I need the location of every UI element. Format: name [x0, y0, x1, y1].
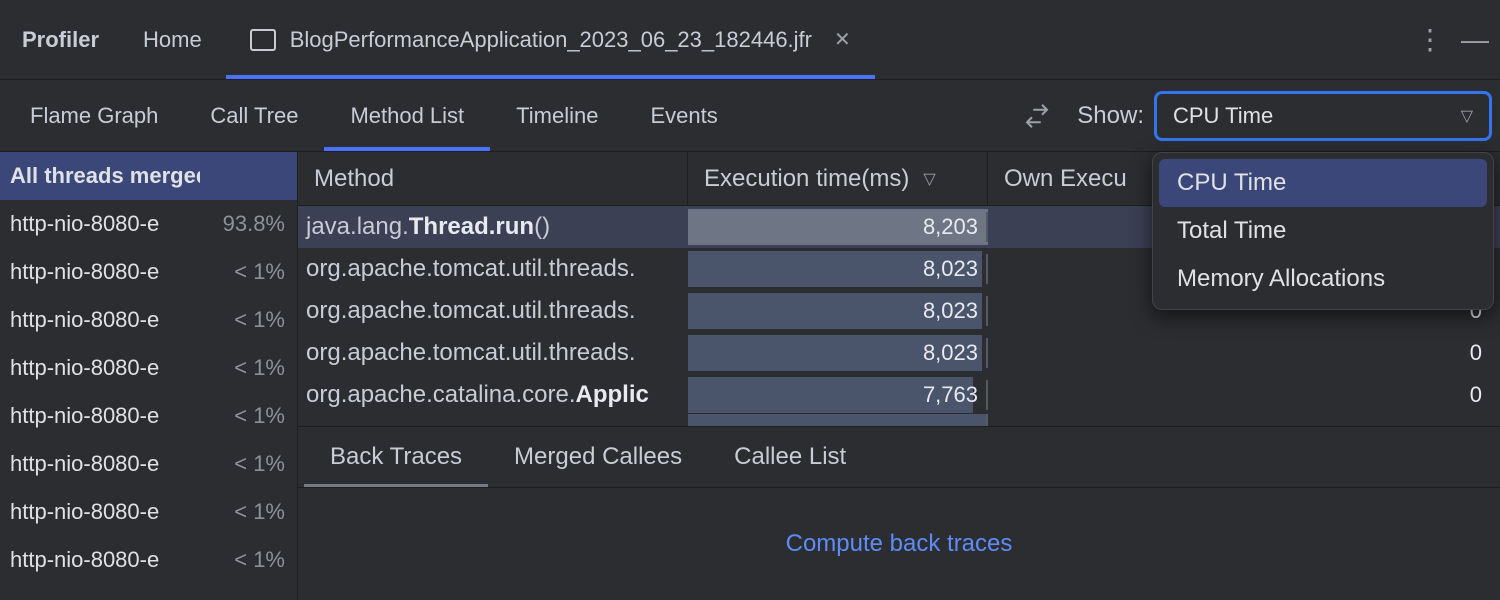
- show-value: CPU Time: [1173, 103, 1273, 129]
- table-row-stub: [688, 414, 986, 426]
- chevron-down-icon: ▽: [923, 169, 935, 189]
- tab-file[interactable]: BlogPerformanceApplication_2023_06_23_18…: [226, 0, 875, 79]
- thread-pct: < 1%: [234, 355, 285, 381]
- thread-name: http-nio-8080-e: [10, 403, 159, 429]
- compute-back-traces-link[interactable]: Compute back traces: [786, 530, 1013, 558]
- swap-icon[interactable]: [1017, 96, 1057, 136]
- sidebar-thread-item[interactable]: http-nio-8080-e < 1%: [0, 344, 297, 392]
- tab-home[interactable]: Home: [119, 0, 226, 79]
- thread-sidebar: All threads mergedhttp-nio-8080-e93.8%ht…: [0, 152, 298, 600]
- thread-name: All threads merged: [10, 163, 200, 189]
- col-exec-time[interactable]: Execution time(ms) ▽: [688, 152, 988, 205]
- sidebar-thread-item[interactable]: All threads merged: [0, 152, 297, 200]
- sidebar-thread-item[interactable]: http-nio-8080-e 93.8%: [0, 200, 297, 248]
- cell-method: java.lang.Thread.run(): [298, 213, 688, 241]
- cell-method: org.apache.catalina.core.Applic: [298, 381, 688, 409]
- exec-value: 7,763: [923, 382, 978, 408]
- sidebar-thread-item[interactable]: http-nio-8080-e < 1%: [0, 440, 297, 488]
- thread-pct: < 1%: [234, 499, 285, 525]
- tab-file-label: BlogPerformanceApplication_2023_06_23_18…: [290, 27, 812, 53]
- sidebar-thread-item[interactable]: http-nio-8080-e < 1%: [0, 296, 297, 344]
- trace-panel: Compute back traces: [298, 488, 1500, 600]
- thread-pct: 93.8%: [223, 211, 285, 237]
- sidebar-thread-item[interactable]: http-nio-8080-e < 1%: [0, 488, 297, 536]
- exec-value: 8,023: [923, 298, 978, 324]
- folder-icon: [250, 29, 276, 51]
- trace-tabs: Back Traces Merged Callees Callee List: [298, 426, 1500, 488]
- tab-call-tree[interactable]: Call Tree: [184, 80, 324, 151]
- cell-exec-time: 7,763: [688, 374, 988, 416]
- dd-memory-allocations[interactable]: Memory Allocations: [1159, 255, 1487, 303]
- cell-exec-time: 8,023: [688, 248, 988, 290]
- thread-pct: < 1%: [234, 403, 285, 429]
- cell-exec-time: 8,023: [688, 332, 988, 374]
- col-exec-label: Execution time(ms): [704, 165, 909, 193]
- tab-method-list[interactable]: Method List: [324, 80, 490, 151]
- sidebar-thread-item[interactable]: http-nio-8080-e < 1%: [0, 248, 297, 296]
- dd-cpu-time[interactable]: CPU Time: [1159, 159, 1487, 207]
- thread-name: http-nio-8080-e: [10, 451, 159, 477]
- show-dropdown[interactable]: CPU Time Total Time Memory Allocations: [1152, 152, 1494, 310]
- exec-value: 8,023: [923, 256, 978, 282]
- tool-title: Profiler: [4, 27, 119, 53]
- sidebar-thread-item[interactable]: http-nio-8080-e < 1%: [0, 536, 297, 584]
- cell-method: org.apache.tomcat.util.threads.: [298, 297, 688, 325]
- tab-home-label: Home: [143, 27, 202, 53]
- tab-timeline[interactable]: Timeline: [490, 80, 624, 151]
- thread-name: http-nio-8080-e: [10, 211, 159, 237]
- thread-name: http-nio-8080-e: [10, 259, 159, 285]
- cell-method: org.apache.tomcat.util.threads.: [298, 339, 688, 367]
- cell-method: org.apache.tomcat.util.threads.: [298, 255, 688, 283]
- tab-flame-graph[interactable]: Flame Graph: [4, 80, 184, 151]
- minimize-icon[interactable]: —: [1452, 24, 1496, 56]
- col-method[interactable]: Method: [298, 152, 688, 205]
- thread-pct: < 1%: [234, 451, 285, 477]
- cell-exec-time: 8,203: [688, 206, 988, 248]
- cell-own-exec: 0: [988, 382, 1500, 408]
- thread-pct: < 1%: [234, 547, 285, 573]
- show-combobox[interactable]: CPU Time ▽: [1154, 91, 1492, 141]
- more-icon[interactable]: ⋮: [1408, 23, 1452, 56]
- dd-total-time[interactable]: Total Time: [1159, 207, 1487, 255]
- thread-name: http-nio-8080-e: [10, 547, 159, 573]
- sidebar-thread-item[interactable]: http-nio-8080-e < 1%: [0, 392, 297, 440]
- tab-merged-callees[interactable]: Merged Callees: [488, 427, 708, 487]
- cell-exec-time: 8,023: [688, 290, 988, 332]
- exec-value: 8,203: [923, 214, 978, 240]
- tab-back-traces[interactable]: Back Traces: [304, 427, 488, 487]
- exec-value: 8,023: [923, 340, 978, 366]
- chevron-down-icon: ▽: [1461, 106, 1473, 126]
- thread-name: http-nio-8080-e: [10, 355, 159, 381]
- thread-name: http-nio-8080-e: [10, 307, 159, 333]
- show-label: Show:: [1077, 102, 1144, 130]
- thread-name: http-nio-8080-e: [10, 499, 159, 525]
- cell-own-exec: 0: [988, 340, 1500, 366]
- tab-callee-list[interactable]: Callee List: [708, 427, 872, 487]
- tab-events[interactable]: Events: [625, 80, 744, 151]
- close-icon[interactable]: ✕: [834, 27, 851, 52]
- thread-pct: < 1%: [234, 259, 285, 285]
- table-row[interactable]: org.apache.catalina.core.Applic 7,763 0: [298, 374, 1500, 416]
- table-row[interactable]: org.apache.tomcat.util.threads. 8,023 0: [298, 332, 1500, 374]
- thread-pct: < 1%: [234, 307, 285, 333]
